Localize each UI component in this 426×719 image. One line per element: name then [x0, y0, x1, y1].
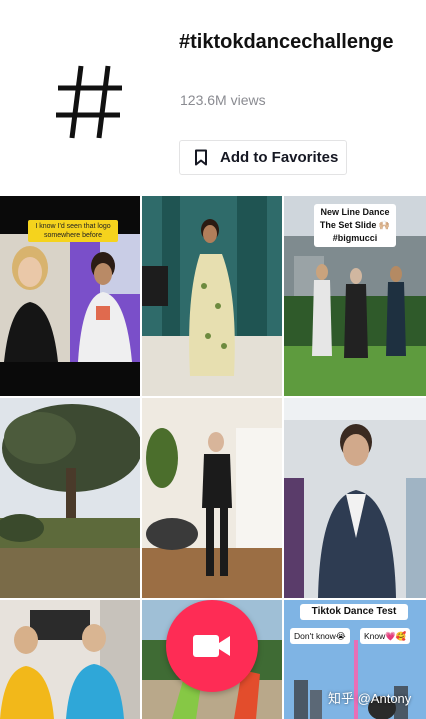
hashtag-header: #tiktokdancechallenge 123.6M views Add t… — [0, 0, 426, 196]
video-thumbnail[interactable]: I know I'd seen that logo somewhere befo… — [0, 196, 140, 396]
view-count: 123.6M views — [180, 92, 266, 108]
video-camera-icon — [193, 635, 230, 657]
hashtag-icon — [56, 65, 122, 139]
video-frame — [142, 196, 282, 396]
caption-line: The Set Slide 🙌🏼 — [319, 220, 391, 230]
video-frame — [142, 398, 282, 598]
video-frame — [284, 398, 426, 598]
poll-option-right: Know💗🥰 — [360, 628, 411, 644]
video-caption: I know I'd seen that logo somewhere befo… — [28, 220, 118, 242]
video-thumbnail[interactable] — [284, 398, 426, 598]
video-caption: Tiktok Dance Test — [300, 604, 408, 620]
video-caption: New Line Dance The Set Slide 🙌🏼 #bigmucc… — [314, 204, 396, 247]
video-thumbnail[interactable] — [142, 196, 282, 396]
record-video-button[interactable] — [166, 600, 258, 692]
video-thumbnail[interactable]: New Line Dance The Set Slide 🙌🏼 #bigmucc… — [284, 196, 426, 396]
watermark: 知乎 @Antony — [328, 691, 412, 706]
video-frame — [0, 398, 140, 598]
video-frame — [0, 600, 140, 719]
hashtag-title: #tiktokdancechallenge — [179, 31, 394, 53]
caption-line: #bigmucci — [332, 233, 378, 243]
caption-line: New Line Dance — [320, 207, 390, 217]
video-thumbnail[interactable] — [0, 398, 140, 598]
add-to-favorites-label: Add to Favorites — [220, 149, 339, 166]
bookmark-icon — [195, 149, 207, 166]
add-to-favorites-button[interactable]: Add to Favorites — [179, 140, 347, 175]
video-thumbnail[interactable] — [142, 398, 282, 598]
poll-option-left: Don't know😭 — [290, 628, 350, 644]
video-thumbnail[interactable] — [0, 600, 140, 719]
